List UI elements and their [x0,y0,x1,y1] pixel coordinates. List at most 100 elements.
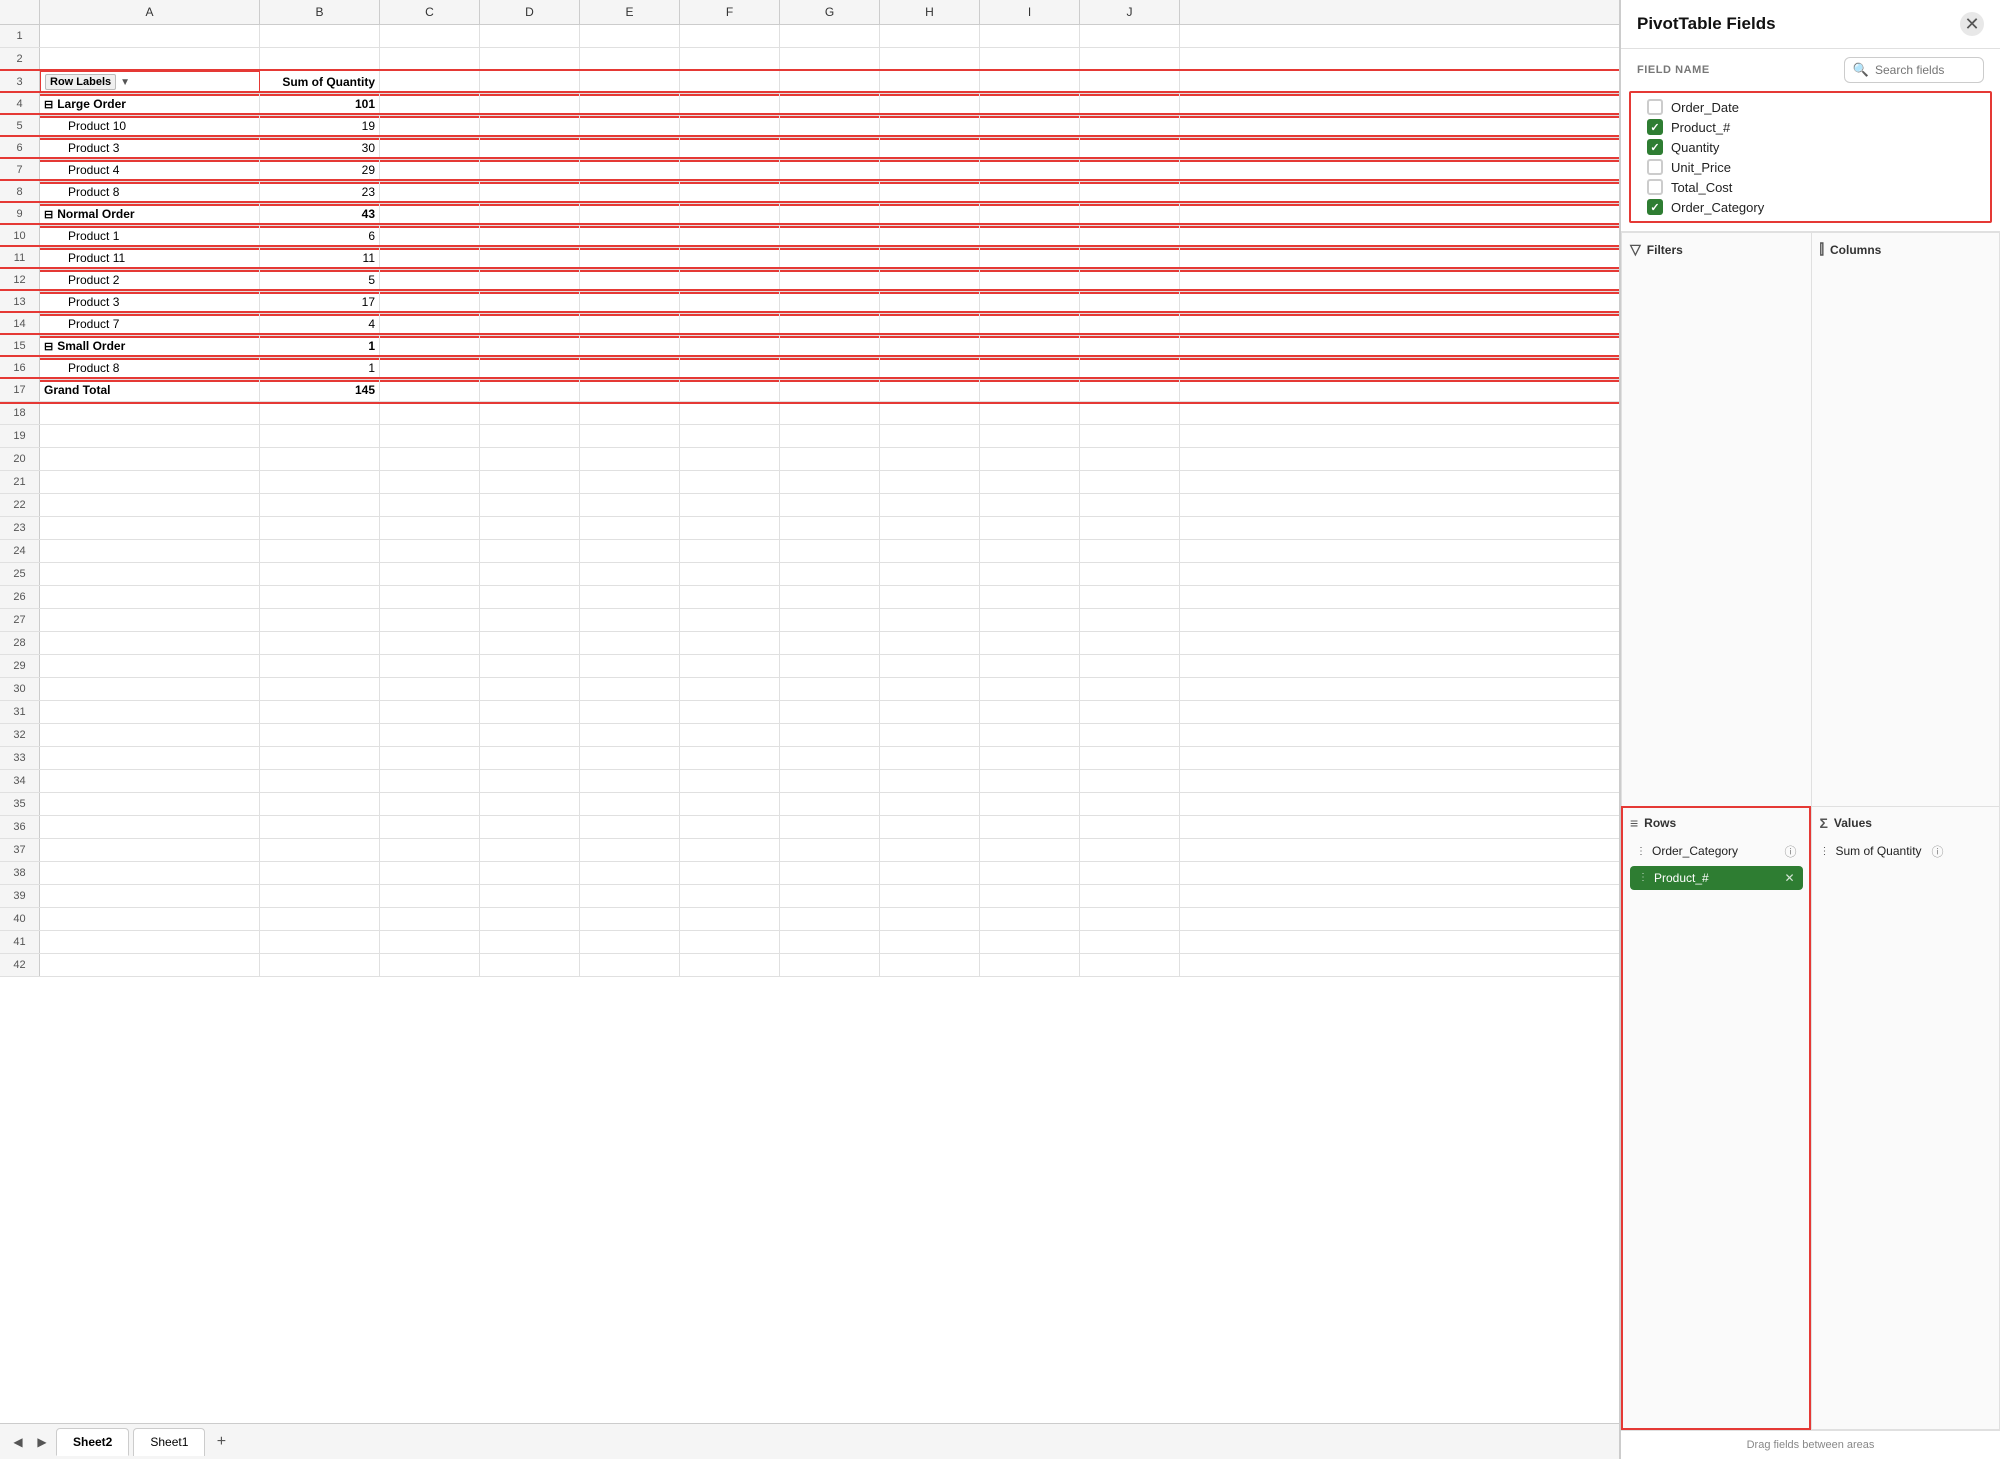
cell[interactable] [1080,678,1180,700]
pivot-detail-value[interactable]: 1 [260,357,380,379]
cell[interactable] [1080,931,1180,953]
cell[interactable] [880,291,980,313]
cell[interactable] [880,862,980,884]
cell[interactable] [680,678,780,700]
cell[interactable] [480,203,580,225]
cell[interactable] [1080,335,1180,357]
cell[interactable] [580,540,680,562]
cell[interactable] [980,839,1080,861]
pivot-row-labels-header[interactable]: Row Labels ▼ [40,71,260,93]
cell[interactable] [40,48,260,70]
cell[interactable] [680,724,780,746]
cell[interactable] [1080,137,1180,159]
pivot-detail-label[interactable]: Product 4 [40,159,260,181]
cell[interactable] [40,655,260,677]
cell[interactable] [1080,159,1180,181]
pivot-group-value[interactable]: 1 [260,335,380,357]
cell[interactable] [580,954,680,976]
cell[interactable] [380,931,480,953]
cell[interactable] [680,425,780,447]
cell[interactable] [40,425,260,447]
cell[interactable] [680,313,780,335]
cell[interactable] [380,247,480,269]
cell[interactable] [580,563,680,585]
cell[interactable] [780,540,880,562]
cell[interactable] [380,379,480,401]
add-sheet-button[interactable]: + [209,1430,233,1454]
close-panel-button[interactable]: ✕ [1960,12,1984,36]
pivot-grand-total-value[interactable]: 145 [260,379,380,401]
cell[interactable] [380,71,480,93]
cell[interactable] [980,816,1080,838]
cell[interactable] [1080,885,1180,907]
cell[interactable] [980,225,1080,247]
cell[interactable] [380,655,480,677]
cell[interactable] [480,862,580,884]
cell[interactable] [40,885,260,907]
cell[interactable] [680,71,780,93]
cell[interactable] [780,291,880,313]
cell[interactable] [880,25,980,47]
cell[interactable] [580,225,680,247]
cell[interactable] [1080,425,1180,447]
cell[interactable] [880,471,980,493]
cell[interactable] [380,816,480,838]
pivot-detail-label[interactable]: Product 10 [40,115,260,137]
cell[interactable] [780,816,880,838]
cell[interactable] [780,563,880,585]
cell[interactable] [480,291,580,313]
cell[interactable] [380,885,480,907]
pivot-detail-label[interactable]: Product 8 [40,181,260,203]
cell[interactable] [680,291,780,313]
cell[interactable] [980,335,1080,357]
pivot-detail-label[interactable]: Product 3 [40,291,260,313]
cell[interactable] [1080,862,1180,884]
values-info-icon[interactable]: ⓘ [1932,843,1944,860]
pivot-detail-value[interactable]: 5 [260,269,380,291]
cell[interactable] [580,448,680,470]
cell[interactable] [380,402,480,424]
pivot-detail-label[interactable]: Product 11 [40,247,260,269]
cell[interactable] [40,448,260,470]
cell[interactable] [680,225,780,247]
cell[interactable] [260,816,380,838]
cell[interactable] [380,425,480,447]
cell[interactable] [580,269,680,291]
cell[interactable] [380,225,480,247]
cell[interactable] [680,471,780,493]
cell[interactable] [880,701,980,723]
cell[interactable] [780,885,880,907]
cell[interactable] [260,954,380,976]
cell[interactable] [580,908,680,930]
cell[interactable] [480,655,580,677]
cell[interactable] [580,471,680,493]
pivot-detail-value[interactable]: 23 [260,181,380,203]
cell[interactable] [480,247,580,269]
cell[interactable] [260,701,380,723]
cell[interactable] [780,115,880,137]
cell[interactable] [1080,225,1180,247]
cell[interactable] [580,93,680,115]
cell[interactable] [580,71,680,93]
cell[interactable] [580,885,680,907]
field-item-unit-price[interactable]: Unit_Price [1631,157,1990,177]
cell[interactable] [40,563,260,585]
cell[interactable] [980,137,1080,159]
cell[interactable] [1080,747,1180,769]
cell[interactable] [480,678,580,700]
cell[interactable] [580,159,680,181]
cell[interactable] [380,313,480,335]
cell[interactable] [780,181,880,203]
cell[interactable] [380,291,480,313]
cell[interactable] [880,586,980,608]
cell[interactable] [580,701,680,723]
field-item-order-category[interactable]: Order_Category [1631,197,1990,217]
field-checkbox-total-cost[interactable] [1647,179,1663,195]
cell[interactable] [380,908,480,930]
cell[interactable] [260,540,380,562]
cell[interactable] [980,655,1080,677]
cell[interactable] [1080,115,1180,137]
cell[interactable] [1080,93,1180,115]
prev-sheet-button[interactable]: ◀ [8,1432,28,1452]
cell[interactable] [580,862,680,884]
